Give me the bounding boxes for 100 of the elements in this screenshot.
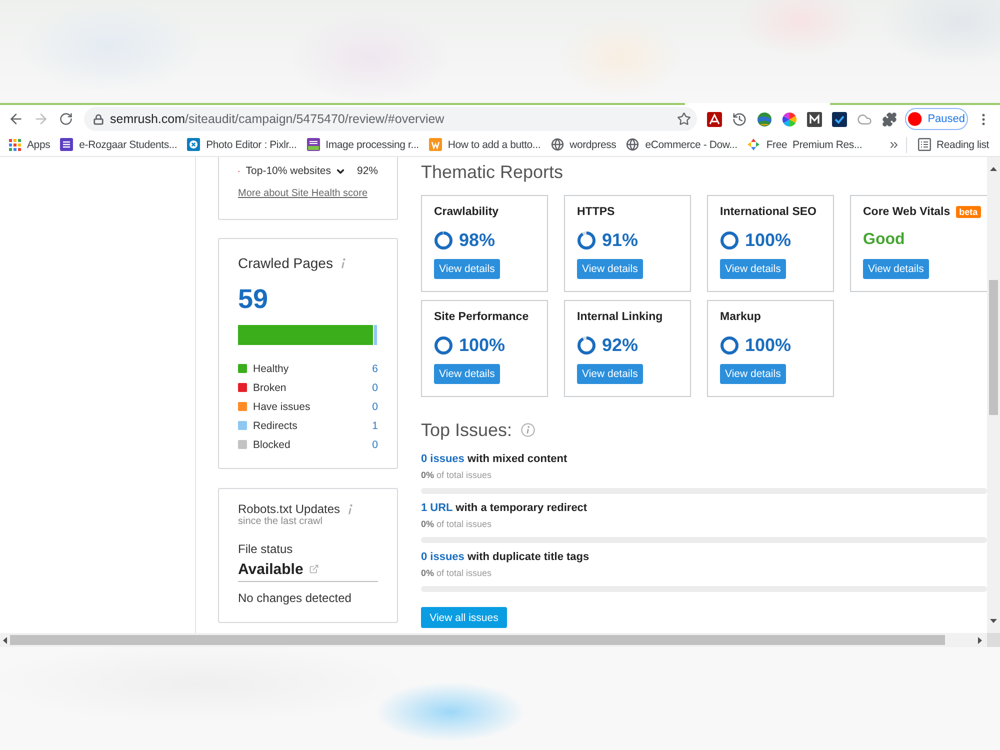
bookmark-star-icon[interactable] xyxy=(677,112,691,126)
beta-badge: beta xyxy=(956,206,981,218)
bookmark-item[interactable]: Free Premium Res... xyxy=(742,134,868,156)
score-ring xyxy=(720,336,739,354)
address-bar[interactable]: semrush.com/siteaudit/campaign/5475470/review/#overview xyxy=(84,107,697,131)
report-title: Markup xyxy=(720,311,761,323)
view-all-issues-button[interactable]: View all issues xyxy=(421,607,507,628)
score-value: 100% xyxy=(745,230,792,250)
score-ring xyxy=(577,230,596,250)
issue-count-link[interactable]: 0 issues xyxy=(421,551,464,563)
legend-count-link[interactable]: 0 xyxy=(372,438,378,450)
planet-icon[interactable] xyxy=(757,112,772,126)
left-arrow-icon[interactable] xyxy=(3,636,7,644)
legend-label: Redirects xyxy=(253,420,298,432)
issue-share: 0% of total issues xyxy=(421,567,493,579)
report-title: International SEO xyxy=(720,206,816,218)
bookmark-item[interactable]: Apps xyxy=(4,134,56,156)
score-ring xyxy=(577,336,596,354)
image-tile-icon xyxy=(306,138,320,151)
site-health-link[interactable]: More about Site Health score xyxy=(238,187,378,201)
score-value: 98% xyxy=(459,230,496,250)
bookmark-item[interactable]: Image processing r... xyxy=(302,134,424,156)
report-title: HTTPS xyxy=(577,206,615,218)
issue-count-link[interactable]: 1 URL xyxy=(421,502,453,514)
bookmark-item[interactable]: wordpress xyxy=(546,134,622,156)
w-tile-icon xyxy=(428,138,442,151)
avatar-icon xyxy=(908,110,922,128)
reading-list-button[interactable]: Reading list xyxy=(912,134,994,156)
bookmark-item[interactable]: eCommerce - Dow... xyxy=(621,134,742,156)
file-status-label: File status xyxy=(238,541,294,557)
x-tile-icon xyxy=(187,138,200,151)
score-value: 100% xyxy=(459,334,506,356)
benchmark-dropdown[interactable]: Top-10% websites xyxy=(246,165,346,177)
legend-label: Blocked xyxy=(253,438,290,450)
view-details-button[interactable]: View details xyxy=(434,259,500,279)
score-ring xyxy=(720,230,739,250)
history-icon[interactable] xyxy=(732,112,747,126)
report-title: Site Performance xyxy=(434,311,529,323)
file-status-value: Available xyxy=(238,560,304,578)
card-subtitle: since the last crawl xyxy=(238,516,324,528)
legend-label: Have issues xyxy=(253,400,310,412)
section-heading: Thematic Reports xyxy=(421,162,564,182)
vertical-scrollbar[interactable] xyxy=(987,157,1000,633)
issue-title: 0 issues with duplicate title tags xyxy=(421,550,590,565)
section-heading: Top Issues: xyxy=(421,420,512,440)
info-icon[interactable] xyxy=(521,423,536,437)
scrollbar-thumb[interactable] xyxy=(10,635,945,645)
legend-count-link[interactable]: 1 xyxy=(372,420,378,432)
benchmark-value: 92% xyxy=(356,165,378,177)
legend-count-link[interactable]: 6 xyxy=(372,362,378,374)
view-details-button[interactable]: View details xyxy=(720,364,786,384)
status-value: Good xyxy=(863,231,905,249)
view-details-button[interactable]: View details xyxy=(577,259,643,279)
changes-text: No changes detected xyxy=(238,590,352,606)
reading-list-icon xyxy=(918,138,931,151)
m-tile-icon[interactable] xyxy=(807,112,822,126)
issue-count-link[interactable]: 0 issues xyxy=(421,453,464,465)
reload-icon xyxy=(59,112,73,126)
view-details-button[interactable]: View details xyxy=(720,259,786,279)
bookmark-item[interactable]: e-Rozgaar Students... xyxy=(55,134,182,156)
report-title: Crawlability xyxy=(434,206,499,218)
down-arrow-icon[interactable] xyxy=(990,619,997,623)
issue-share: 0% of total issues xyxy=(421,518,493,530)
horizontal-scrollbar[interactable] xyxy=(0,633,1000,647)
info-icon xyxy=(347,504,354,514)
score-ring xyxy=(434,336,453,354)
info-icon xyxy=(340,258,346,268)
lock-icon xyxy=(93,114,104,124)
bookmark-item[interactable]: How to add a butto... xyxy=(424,134,546,156)
legend-label: Broken xyxy=(253,382,286,394)
score-value: 91% xyxy=(602,230,638,250)
score-value: 100% xyxy=(745,334,792,356)
legend-count-link[interactable]: 0 xyxy=(372,400,378,412)
a-tile-icon[interactable] xyxy=(707,112,722,126)
apps-grid-icon xyxy=(9,138,21,150)
view-details-button[interactable]: View details xyxy=(434,364,500,384)
legend-label: Healthy xyxy=(253,362,289,374)
legend-count-link[interactable]: 0 xyxy=(372,382,378,394)
up-arrow-icon[interactable] xyxy=(990,167,997,171)
view-details-button[interactable]: View details xyxy=(863,259,929,279)
right-arrow-icon[interactable] xyxy=(978,636,982,644)
list-tile-icon xyxy=(60,138,74,151)
color-wheel-icon[interactable] xyxy=(782,112,797,126)
report-title: Core Web Vitals xyxy=(863,206,950,218)
puzzle-icon[interactable] xyxy=(882,112,897,126)
url-text: semrush.com/siteaudit/campaign/5475470/review/#overview xyxy=(110,112,446,126)
scrollbar-corner xyxy=(987,633,1000,647)
bookmark-item[interactable]: Photo Editor : Pixlr... xyxy=(182,134,302,156)
card-title: Crawled Pages xyxy=(238,255,333,271)
crawled-pages-total: 59 xyxy=(238,284,270,314)
score-ring xyxy=(434,230,453,250)
check-tile-icon[interactable] xyxy=(832,112,847,126)
issue-share: 0% of total issues xyxy=(421,469,493,481)
score-value: 92% xyxy=(602,334,638,356)
view-details-button[interactable]: View details xyxy=(577,364,643,384)
scrollbar-thumb[interactable] xyxy=(989,280,998,415)
globe-icon xyxy=(626,138,640,151)
globe-icon xyxy=(550,138,564,151)
issue-title: 0 issues with mixed content xyxy=(421,452,568,467)
profile-button[interactable]: Paused xyxy=(905,108,968,130)
